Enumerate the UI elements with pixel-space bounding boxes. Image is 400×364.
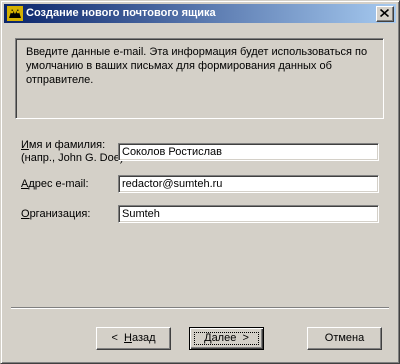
button-separator [11, 307, 389, 309]
name-input[interactable] [118, 143, 379, 161]
name-label-mnemonic: И [21, 139, 29, 151]
back-button[interactable]: < Назад [96, 327, 171, 350]
email-input[interactable] [118, 175, 379, 193]
name-label: Имя и фамилия: (напр., John G. Doe) [21, 139, 124, 165]
cancel-button-label: Отмена [324, 332, 365, 344]
next-button[interactable]: Далее > [189, 327, 264, 350]
org-input[interactable] [118, 205, 379, 223]
info-text: Введите данные e-mail. Эта информация бу… [26, 46, 368, 86]
org-label-text: рганизация: [29, 208, 91, 220]
mail-app-icon [7, 6, 23, 21]
back-button-prefix: < [111, 332, 124, 344]
focus-rect [194, 332, 259, 345]
close-icon [380, 9, 389, 17]
cancel-button[interactable]: Отмена [307, 327, 382, 350]
org-label-mnemonic: О [21, 208, 30, 220]
info-panel: Введите данные e-mail. Эта информация бу… [15, 38, 384, 119]
email-label: Адрес e-mail: [21, 178, 89, 191]
org-label: Организация: [21, 208, 90, 221]
email-label-text: дрес e-mail: [28, 178, 89, 190]
name-label-text: мя и фамилия: [28, 139, 106, 151]
title-bar[interactable]: Создание нового почтового ящика [4, 4, 396, 23]
close-button[interactable] [376, 6, 394, 22]
window-title: Создание нового почтового ящика [26, 7, 216, 19]
name-label-hint: (напр., John G. Doe) [21, 152, 124, 164]
back-button-mnemonic: Н [124, 332, 132, 344]
dialog-window: Создание нового почтового ящика Введите … [0, 0, 400, 364]
back-button-label: азад [131, 332, 156, 344]
